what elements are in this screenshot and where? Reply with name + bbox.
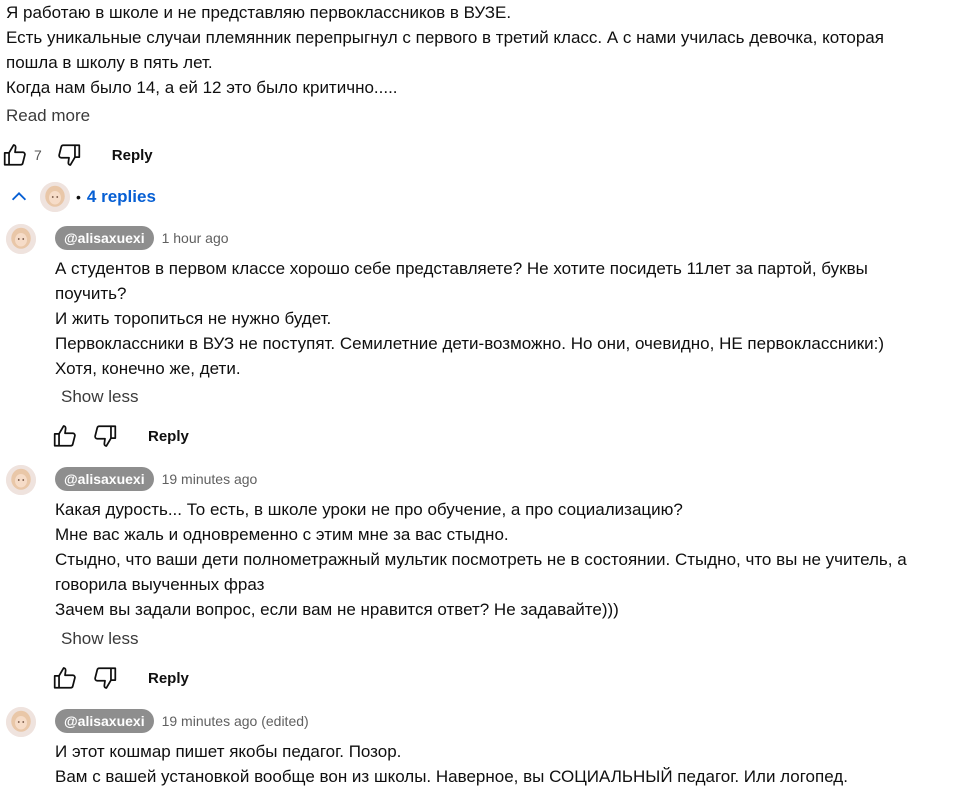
reply-button[interactable]: Reply	[148, 670, 189, 687]
comment-line: Есть уникальные случаи племянник перепры…	[6, 28, 884, 47]
reply-action-bar: Reply	[52, 421, 189, 451]
thumb-down-icon[interactable]	[92, 423, 118, 449]
comment-line: И этот кошмар пишет якобы педагог. Позор…	[55, 742, 402, 761]
thumb-up-icon[interactable]	[52, 423, 78, 449]
separator-dot: •	[76, 189, 81, 205]
comment-line: И жить торопиться не нужно будет.	[55, 309, 332, 328]
comment-line: Когда нам было 14, а ей 12 это было крит…	[6, 78, 398, 97]
comment-line: говорила выученных фраз	[55, 575, 265, 594]
reply-text: Какая дурость... То есть, в школе уроки …	[55, 497, 950, 622]
reply-header: @alisaxuexi 19 minutes ago (edited)	[55, 709, 309, 733]
author-handle[interactable]: @alisaxuexi	[55, 467, 154, 491]
reply-text: А студентов в первом классе хорошо себе …	[55, 256, 950, 381]
author-handle[interactable]: @alisaxuexi	[55, 226, 154, 250]
comment-line: поучить?	[55, 284, 127, 303]
show-less-button[interactable]: Show less	[61, 629, 138, 649]
reply-header: @alisaxuexi 1 hour ago	[55, 226, 229, 250]
timestamp[interactable]: 19 minutes ago (edited)	[162, 713, 309, 729]
comment-line: Мне вас жаль и одновременно с этим мне з…	[55, 525, 509, 544]
comment-line: А студентов в первом классе хорошо себе …	[55, 259, 868, 278]
chevron-up-icon	[8, 186, 30, 208]
read-more-button[interactable]: Read more	[6, 106, 90, 126]
comment-line: Хотя, конечно же, дети.	[55, 359, 241, 378]
comment-line: Стыдно, что ваши дети полнометражный мул…	[55, 550, 907, 569]
like-count: 7	[34, 147, 42, 163]
replies-toggle[interactable]: • 4 replies	[8, 181, 156, 213]
timestamp[interactable]: 1 hour ago	[162, 230, 229, 246]
avatar[interactable]	[6, 707, 36, 737]
comment-line: пошла в школу в пять лет.	[6, 53, 213, 72]
reply-text: И этот кошмар пишет якобы педагог. Позор…	[55, 739, 950, 789]
comment-line: Вам с вашей установкой вообще вон из шко…	[55, 767, 848, 786]
reply-header: @alisaxuexi 19 minutes ago	[55, 467, 257, 491]
timestamp[interactable]: 19 minutes ago	[162, 471, 258, 487]
thumb-down-icon[interactable]	[92, 665, 118, 691]
reply-action-bar: Reply	[52, 663, 189, 693]
show-less-button[interactable]: Show less	[61, 387, 138, 407]
comment-line: Я работаю в школе и не представляю перво…	[6, 3, 512, 22]
thumb-down-icon[interactable]	[56, 142, 82, 168]
avatar	[40, 182, 70, 212]
replies-count-label: 4 replies	[86, 187, 156, 206]
parent-action-bar: 7 Reply	[2, 140, 153, 170]
thumb-up-icon[interactable]	[2, 142, 28, 168]
parent-comment-text: Я работаю в школе и не представляю перво…	[6, 0, 946, 100]
author-handle[interactable]: @alisaxuexi	[55, 709, 154, 733]
reply-button[interactable]: Reply	[148, 428, 189, 445]
reply-button[interactable]: Reply	[112, 147, 153, 164]
avatar[interactable]	[6, 465, 36, 495]
thumb-up-icon[interactable]	[52, 665, 78, 691]
comment-line: Какая дурость... То есть, в школе уроки …	[55, 500, 683, 519]
avatar[interactable]	[6, 224, 36, 254]
comment-line: Первоклассники в ВУЗ не поступят. Семиле…	[55, 334, 885, 353]
comment-line: Зачем вы задали вопрос, если вам не нрав…	[55, 600, 619, 619]
